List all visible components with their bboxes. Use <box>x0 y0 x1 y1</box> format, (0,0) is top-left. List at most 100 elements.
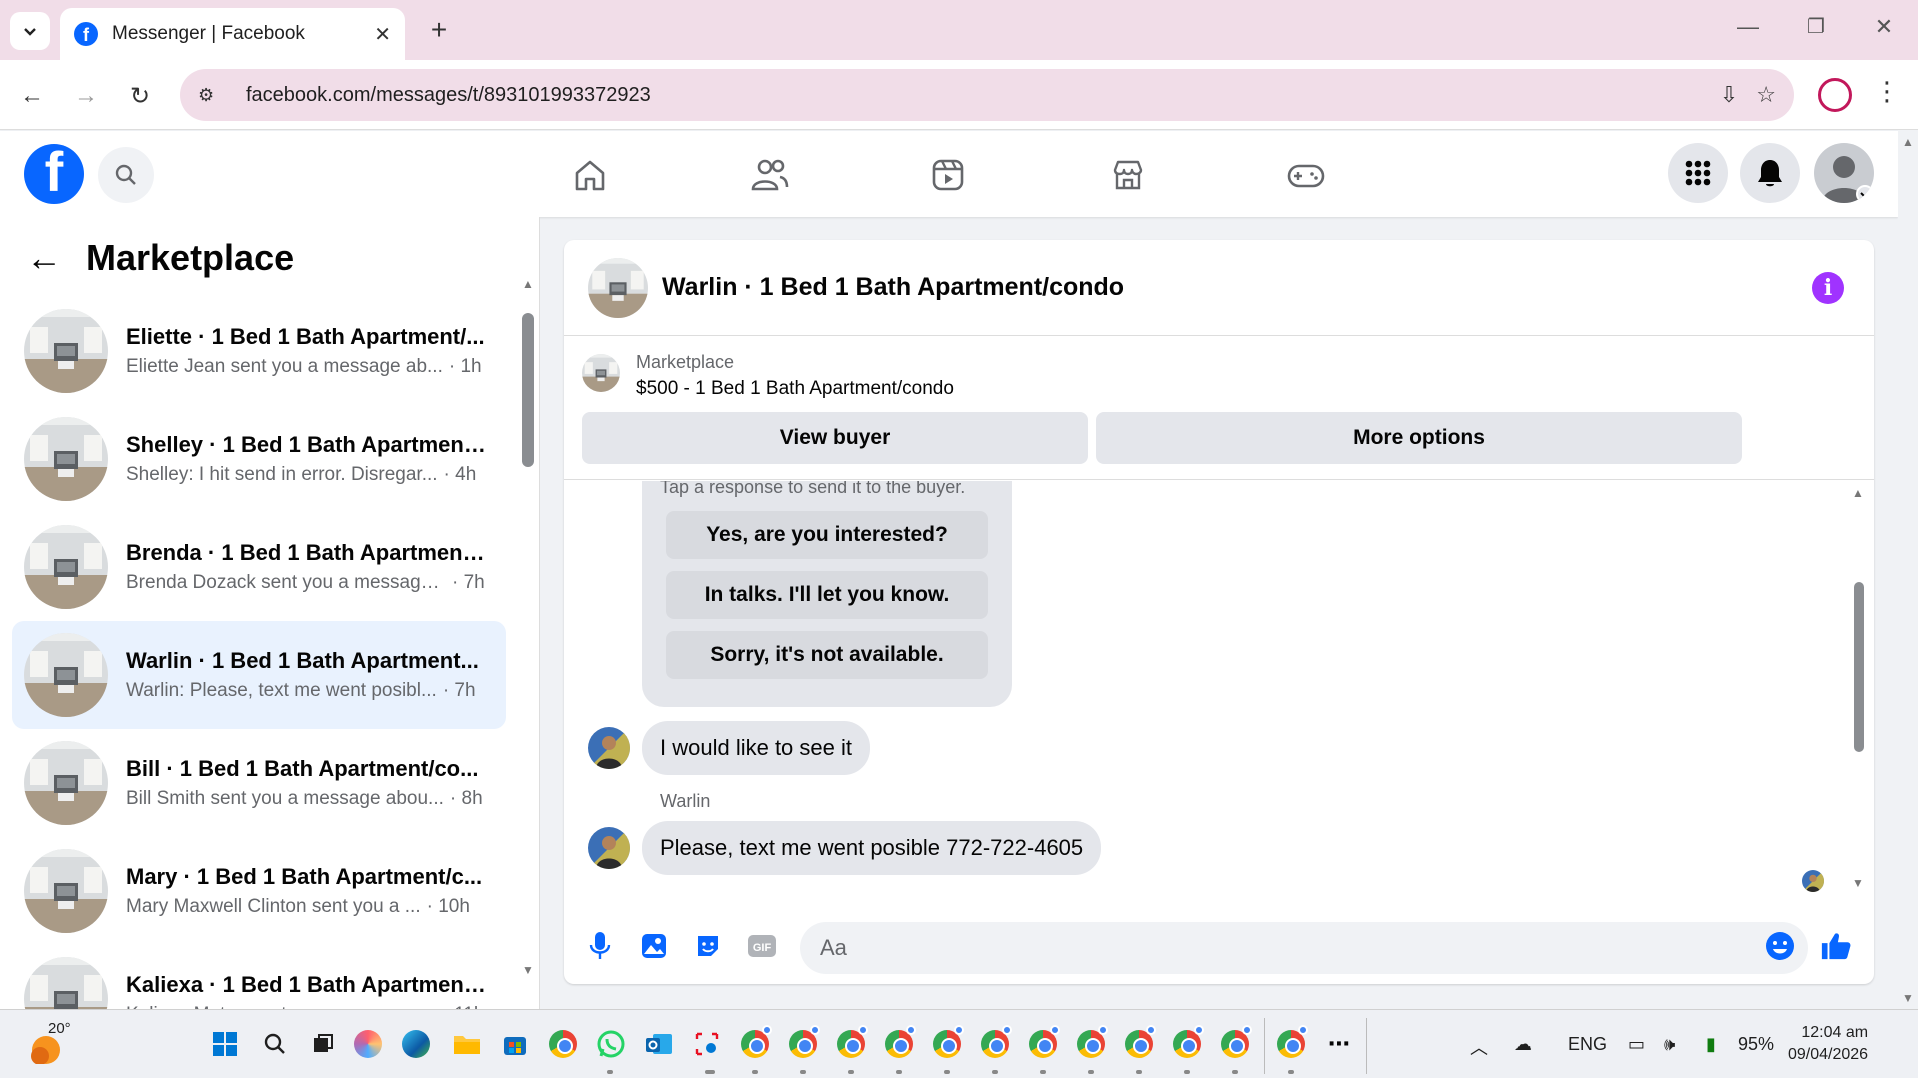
profile-avatar[interactable] <box>1814 143 1874 203</box>
show-hidden-icons-icon[interactable]: ︿ <box>1470 1034 1488 1060</box>
quick-reply-button[interactable]: Sorry, it's not available. <box>666 631 988 679</box>
outlook-icon[interactable] <box>642 1027 676 1061</box>
new-tab-icon[interactable]: + <box>424 14 454 46</box>
quick-reply-button[interactable]: Yes, are you interested? <box>666 511 988 559</box>
chat-listing-avatar[interactable] <box>588 257 648 318</box>
chrome-window-icon[interactable] <box>1122 1025 1156 1061</box>
copilot-icon[interactable] <box>354 1030 382 1058</box>
search-button[interactable] <box>98 147 154 203</box>
sender-avatar[interactable] <box>588 827 630 869</box>
close-tab-icon[interactable]: ✕ <box>374 22 391 47</box>
chrome-window-icon[interactable] <box>978 1025 1012 1061</box>
like-thumbs-up-icon[interactable] <box>1820 930 1852 962</box>
back-arrow-icon[interactable]: ← <box>26 237 62 279</box>
view-buyer-button[interactable]: View buyer <box>582 412 1088 464</box>
chrome-window-icon[interactable] <box>882 1025 916 1061</box>
info-icon[interactable]: i <box>1812 272 1844 304</box>
chrome-window-icon[interactable] <box>1074 1025 1108 1061</box>
scroll-up-icon[interactable]: ▲ <box>522 277 534 291</box>
restore-icon[interactable]: ❐ <box>1796 14 1836 39</box>
browser-profile-icon[interactable] <box>1818 78 1852 112</box>
listing-title[interactable]: $500 - 1 Bed 1 Bath Apartment/condo <box>636 378 954 400</box>
scroll-down-icon[interactable]: ▼ <box>1902 991 1914 1005</box>
message-bubble[interactable]: Please, text me went posible 772-722-460… <box>642 821 1102 875</box>
listing-thumbnail[interactable] <box>582 354 620 392</box>
gif-icon[interactable]: GIF <box>746 930 778 962</box>
conversation-scrollbar[interactable]: ▲ ▼ <box>522 277 534 977</box>
reload-icon[interactable]: ↻ <box>122 78 158 114</box>
conversation-item[interactable]: Bill · 1 Bed 1 Bath Apartment/co... Bill … <box>12 729 506 837</box>
video-icon[interactable] <box>924 153 972 197</box>
task-view-icon[interactable] <box>306 1027 340 1061</box>
chrome-window-icon[interactable] <box>1218 1025 1252 1061</box>
more-apps-icon[interactable]: ⋯ <box>1322 1027 1356 1061</box>
whatsapp-icon[interactable] <box>594 1027 628 1061</box>
chat-header: Warlin · 1 Bed 1 Bath Apartment/condo i <box>564 240 1874 336</box>
windows-start-icon[interactable] <box>208 1027 242 1061</box>
close-window-icon[interactable]: ✕ <box>1864 14 1904 40</box>
back-icon[interactable]: ← <box>14 78 50 114</box>
message-bubble[interactable]: I would like to see it <box>642 721 870 775</box>
browser-menu-icon[interactable]: ⋮ <box>1874 76 1900 107</box>
gaming-icon[interactable] <box>1282 153 1330 197</box>
conversation-item[interactable]: Mary · 1 Bed 1 Bath Apartment/c... Mary M… <box>12 837 506 945</box>
microphone-icon[interactable] <box>584 930 616 962</box>
scroll-down-icon[interactable]: ▼ <box>522 963 534 977</box>
tab-search-dropdown[interactable] <box>10 12 50 50</box>
network-icon[interactable]: ▭ <box>1628 1034 1645 1055</box>
more-options-button[interactable]: More options <box>1096 412 1742 464</box>
chrome-taskbar-icon[interactable] <box>546 1027 580 1061</box>
taskbar-search-icon[interactable] <box>258 1027 292 1061</box>
chat-scrollbar[interactable]: ▲ ▼ <box>1852 486 1866 890</box>
install-app-icon[interactable]: ⇩ <box>1720 82 1738 108</box>
conversation-text: Mary · 1 Bed 1 Bath Apartment/c... Mary M… <box>126 864 486 918</box>
language-indicator[interactable]: ENG <box>1568 1034 1607 1055</box>
conversation-item[interactable]: Eliette · 1 Bed 1 Bath Apartment/... Elie… <box>12 297 506 405</box>
notifications-button[interactable] <box>1740 143 1800 203</box>
chrome-window-icon[interactable] <box>930 1025 964 1061</box>
message-input[interactable] <box>800 922 1808 974</box>
menu-button[interactable] <box>1668 143 1728 203</box>
conversation-item[interactable]: Shelley · 1 Bed 1 Bath Apartment... Shell… <box>12 405 506 513</box>
photo-icon[interactable] <box>638 930 670 962</box>
system-clock[interactable]: 12:04 am 09/04/2026 <box>1788 1022 1868 1066</box>
quick-reply-button[interactable]: In talks. I'll let you know. <box>666 571 988 619</box>
scroll-up-icon[interactable]: ▲ <box>1852 486 1864 500</box>
scroll-up-icon[interactable]: ▲ <box>1902 135 1914 149</box>
browser-tab[interactable]: f Messenger | Facebook ✕ <box>60 8 405 60</box>
chat-title[interactable]: Warlin · 1 Bed 1 Bath Apartment/condo <box>662 273 1124 302</box>
marketplace-icon[interactable] <box>1104 153 1152 197</box>
message-row: Please, text me went posible 772-722-460… <box>588 821 1102 875</box>
snipping-tool-icon[interactable] <box>690 1027 724 1061</box>
chrome-window-icon[interactable] <box>1026 1025 1060 1061</box>
friends-icon[interactable] <box>746 153 794 197</box>
minimize-icon[interactable]: — <box>1728 14 1768 40</box>
onedrive-cloud-icon[interactable]: ☁ <box>1514 1034 1532 1055</box>
site-settings-icon[interactable]: ⚙ <box>198 85 226 106</box>
home-icon[interactable] <box>566 153 614 197</box>
url-text[interactable]: facebook.com/messages/t/893101993372923 <box>246 84 1720 107</box>
microsoft-store-icon[interactable] <box>498 1027 532 1061</box>
scroll-down-icon[interactable]: ▼ <box>1852 876 1864 890</box>
sticker-icon[interactable] <box>692 930 724 962</box>
forward-icon[interactable]: → <box>68 78 104 114</box>
volume-icon[interactable]: 🕪 <box>1664 1034 1675 1055</box>
omnibox[interactable]: ⚙ facebook.com/messages/t/89310199337292… <box>180 69 1794 121</box>
chrome-window-icon[interactable] <box>786 1025 820 1061</box>
page-scrollbar[interactable]: ▲ ▼ <box>1898 131 1918 1009</box>
battery-icon[interactable]: ▮ <box>1706 1034 1716 1055</box>
sender-avatar[interactable] <box>588 727 630 769</box>
conversation-item[interactable]: Warlin · 1 Bed 1 Bath Apartment... Warlin… <box>12 621 506 729</box>
chrome-window-icon[interactable] <box>834 1025 868 1061</box>
chrome-window-icon[interactable] <box>1274 1025 1308 1061</box>
file-explorer-icon[interactable] <box>450 1027 484 1061</box>
facebook-logo-icon[interactable]: f <box>24 144 84 204</box>
edge-browser-icon[interactable] <box>402 1030 430 1058</box>
chrome-window-icon[interactable] <box>1170 1025 1204 1061</box>
scrollbar-thumb[interactable] <box>1854 582 1864 752</box>
conversation-item[interactable]: Brenda · 1 Bed 1 Bath Apartment... Brenda… <box>12 513 506 621</box>
emoji-icon[interactable] <box>1764 930 1796 962</box>
bookmark-star-icon[interactable]: ☆ <box>1756 82 1776 108</box>
chrome-window-icon[interactable] <box>738 1025 772 1061</box>
scrollbar-thumb[interactable] <box>522 313 534 467</box>
